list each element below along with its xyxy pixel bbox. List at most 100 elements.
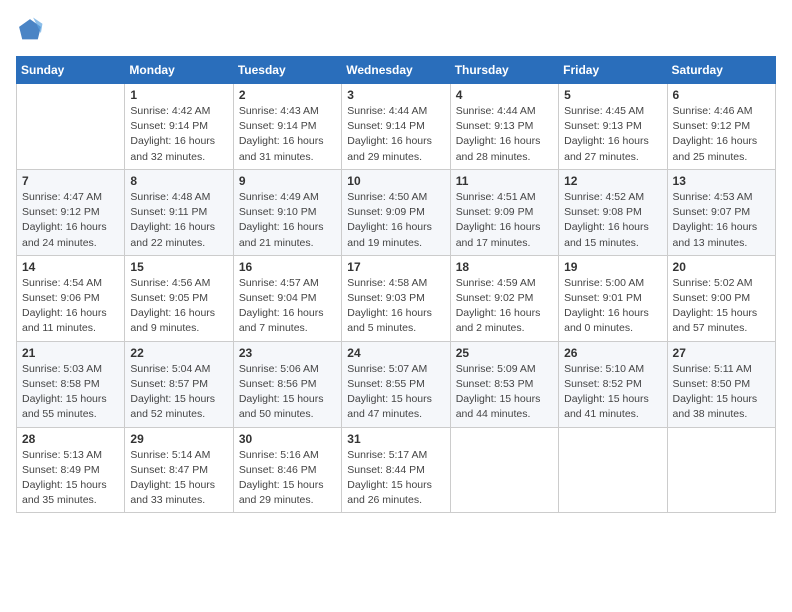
calendar-cell: 3 Sunrise: 4:44 AMSunset: 9:14 PMDaylight… (342, 84, 450, 170)
day-number: 15 (130, 260, 227, 274)
day-number: 17 (347, 260, 444, 274)
day-number: 27 (673, 346, 770, 360)
calendar-cell (559, 427, 667, 513)
day-number: 8 (130, 174, 227, 188)
day-detail: Sunrise: 5:04 AMSunset: 8:57 PMDaylight:… (130, 362, 227, 423)
day-detail: Sunrise: 5:17 AMSunset: 8:44 PMDaylight:… (347, 448, 444, 509)
week-row-3: 14 Sunrise: 4:54 AMSunset: 9:06 PMDayligh… (17, 255, 776, 341)
week-row-4: 21 Sunrise: 5:03 AMSunset: 8:58 PMDayligh… (17, 341, 776, 427)
day-detail: Sunrise: 5:03 AMSunset: 8:58 PMDaylight:… (22, 362, 119, 423)
day-detail: Sunrise: 4:49 AMSunset: 9:10 PMDaylight:… (239, 190, 336, 251)
header-tuesday: Tuesday (233, 57, 341, 84)
day-detail: Sunrise: 4:57 AMSunset: 9:04 PMDaylight:… (239, 276, 336, 337)
logo (16, 16, 48, 44)
day-number: 21 (22, 346, 119, 360)
header-monday: Monday (125, 57, 233, 84)
week-row-1: 1 Sunrise: 4:42 AMSunset: 9:14 PMDaylight… (17, 84, 776, 170)
calendar-cell: 29 Sunrise: 5:14 AMSunset: 8:47 PMDayligh… (125, 427, 233, 513)
day-number: 16 (239, 260, 336, 274)
calendar-cell: 28 Sunrise: 5:13 AMSunset: 8:49 PMDayligh… (17, 427, 125, 513)
calendar-cell: 18 Sunrise: 4:59 AMSunset: 9:02 PMDayligh… (450, 255, 558, 341)
logo-icon (16, 16, 44, 44)
day-detail: Sunrise: 5:10 AMSunset: 8:52 PMDaylight:… (564, 362, 661, 423)
day-detail: Sunrise: 5:07 AMSunset: 8:55 PMDaylight:… (347, 362, 444, 423)
header-wednesday: Wednesday (342, 57, 450, 84)
day-number: 2 (239, 88, 336, 102)
calendar-cell: 24 Sunrise: 5:07 AMSunset: 8:55 PMDayligh… (342, 341, 450, 427)
day-number: 23 (239, 346, 336, 360)
day-number: 3 (347, 88, 444, 102)
day-number: 12 (564, 174, 661, 188)
day-detail: Sunrise: 4:44 AMSunset: 9:14 PMDaylight:… (347, 104, 444, 165)
day-number: 18 (456, 260, 553, 274)
day-number: 19 (564, 260, 661, 274)
day-number: 10 (347, 174, 444, 188)
calendar-cell: 27 Sunrise: 5:11 AMSunset: 8:50 PMDayligh… (667, 341, 775, 427)
calendar-cell: 30Sunrise: 5:16 AMSunset: 8:46 PMDayligh… (233, 427, 341, 513)
day-detail: Sunrise: 4:48 AMSunset: 9:11 PMDaylight:… (130, 190, 227, 251)
calendar-header-row: SundayMondayTuesdayWednesdayThursdayFrid… (17, 57, 776, 84)
week-row-2: 7 Sunrise: 4:47 AMSunset: 9:12 PMDaylight… (17, 169, 776, 255)
calendar-cell: 31 Sunrise: 5:17 AMSunset: 8:44 PMDayligh… (342, 427, 450, 513)
calendar-cell: 14 Sunrise: 4:54 AMSunset: 9:06 PMDayligh… (17, 255, 125, 341)
day-number: 11 (456, 174, 553, 188)
day-detail: Sunrise: 5:14 AMSunset: 8:47 PMDaylight:… (130, 448, 227, 509)
day-detail: Sunrise: 5:13 AMSunset: 8:49 PMDaylight:… (22, 448, 119, 509)
calendar-cell: 2 Sunrise: 4:43 AMSunset: 9:14 PMDaylight… (233, 84, 341, 170)
day-detail: Sunrise: 4:52 AMSunset: 9:08 PMDaylight:… (564, 190, 661, 251)
day-number: 14 (22, 260, 119, 274)
day-detail: Sunrise: 4:42 AMSunset: 9:14 PMDaylight:… (130, 104, 227, 165)
calendar-cell: 15 Sunrise: 4:56 AMSunset: 9:05 PMDayligh… (125, 255, 233, 341)
calendar-cell: 13Sunrise: 4:53 AMSunset: 9:07 PMDayligh… (667, 169, 775, 255)
header-saturday: Saturday (667, 57, 775, 84)
day-detail: Sunrise: 4:58 AMSunset: 9:03 PMDaylight:… (347, 276, 444, 337)
page-header (16, 16, 776, 44)
calendar-cell: 19 Sunrise: 5:00 AMSunset: 9:01 PMDayligh… (559, 255, 667, 341)
day-detail: Sunrise: 4:44 AMSunset: 9:13 PMDaylight:… (456, 104, 553, 165)
calendar-cell: 1 Sunrise: 4:42 AMSunset: 9:14 PMDaylight… (125, 84, 233, 170)
day-detail: Sunrise: 5:02 AMSunset: 9:00 PMDaylight:… (673, 276, 770, 337)
header-sunday: Sunday (17, 57, 125, 84)
day-number: 28 (22, 432, 119, 446)
calendar-cell: 17 Sunrise: 4:58 AMSunset: 9:03 PMDayligh… (342, 255, 450, 341)
day-detail: Sunrise: 4:50 AMSunset: 9:09 PMDaylight:… (347, 190, 444, 251)
day-detail: Sunrise: 5:11 AMSunset: 8:50 PMDaylight:… (673, 362, 770, 423)
calendar-cell (667, 427, 775, 513)
calendar-cell: 20 Sunrise: 5:02 AMSunset: 9:00 PMDayligh… (667, 255, 775, 341)
header-friday: Friday (559, 57, 667, 84)
day-number: 7 (22, 174, 119, 188)
day-detail: Sunrise: 5:00 AMSunset: 9:01 PMDaylight:… (564, 276, 661, 337)
header-thursday: Thursday (450, 57, 558, 84)
day-number: 5 (564, 88, 661, 102)
day-detail: Sunrise: 4:59 AMSunset: 9:02 PMDaylight:… (456, 276, 553, 337)
calendar-cell: 21 Sunrise: 5:03 AMSunset: 8:58 PMDayligh… (17, 341, 125, 427)
calendar-cell: 6 Sunrise: 4:46 AMSunset: 9:12 PMDaylight… (667, 84, 775, 170)
calendar-cell: 9Sunrise: 4:49 AMSunset: 9:10 PMDaylight… (233, 169, 341, 255)
calendar-table: SundayMondayTuesdayWednesdayThursdayFrid… (16, 56, 776, 513)
calendar-cell: 11Sunrise: 4:51 AMSunset: 9:09 PMDayligh… (450, 169, 558, 255)
day-detail: Sunrise: 5:06 AMSunset: 8:56 PMDaylight:… (239, 362, 336, 423)
day-number: 1 (130, 88, 227, 102)
calendar-cell: 8 Sunrise: 4:48 AMSunset: 9:11 PMDaylight… (125, 169, 233, 255)
day-number: 29 (130, 432, 227, 446)
calendar-cell (450, 427, 558, 513)
calendar-cell: 12 Sunrise: 4:52 AMSunset: 9:08 PMDayligh… (559, 169, 667, 255)
day-number: 31 (347, 432, 444, 446)
day-number: 26 (564, 346, 661, 360)
day-number: 4 (456, 88, 553, 102)
day-number: 24 (347, 346, 444, 360)
day-detail: Sunrise: 4:46 AMSunset: 9:12 PMDaylight:… (673, 104, 770, 165)
day-detail: Sunrise: 4:47 AMSunset: 9:12 PMDaylight:… (22, 190, 119, 251)
day-detail: Sunrise: 4:54 AMSunset: 9:06 PMDaylight:… (22, 276, 119, 337)
day-number: 25 (456, 346, 553, 360)
day-detail: Sunrise: 4:53 AMSunset: 9:07 PMDaylight:… (673, 190, 770, 251)
day-number: 6 (673, 88, 770, 102)
calendar-cell: 26 Sunrise: 5:10 AMSunset: 8:52 PMDayligh… (559, 341, 667, 427)
day-detail: Sunrise: 4:56 AMSunset: 9:05 PMDaylight:… (130, 276, 227, 337)
calendar-cell: 5Sunrise: 4:45 AMSunset: 9:13 PMDaylight… (559, 84, 667, 170)
day-detail: Sunrise: 4:43 AMSunset: 9:14 PMDaylight:… (239, 104, 336, 165)
day-number: 20 (673, 260, 770, 274)
week-row-5: 28 Sunrise: 5:13 AMSunset: 8:49 PMDayligh… (17, 427, 776, 513)
calendar-cell (17, 84, 125, 170)
calendar-cell: 16 Sunrise: 4:57 AMSunset: 9:04 PMDayligh… (233, 255, 341, 341)
